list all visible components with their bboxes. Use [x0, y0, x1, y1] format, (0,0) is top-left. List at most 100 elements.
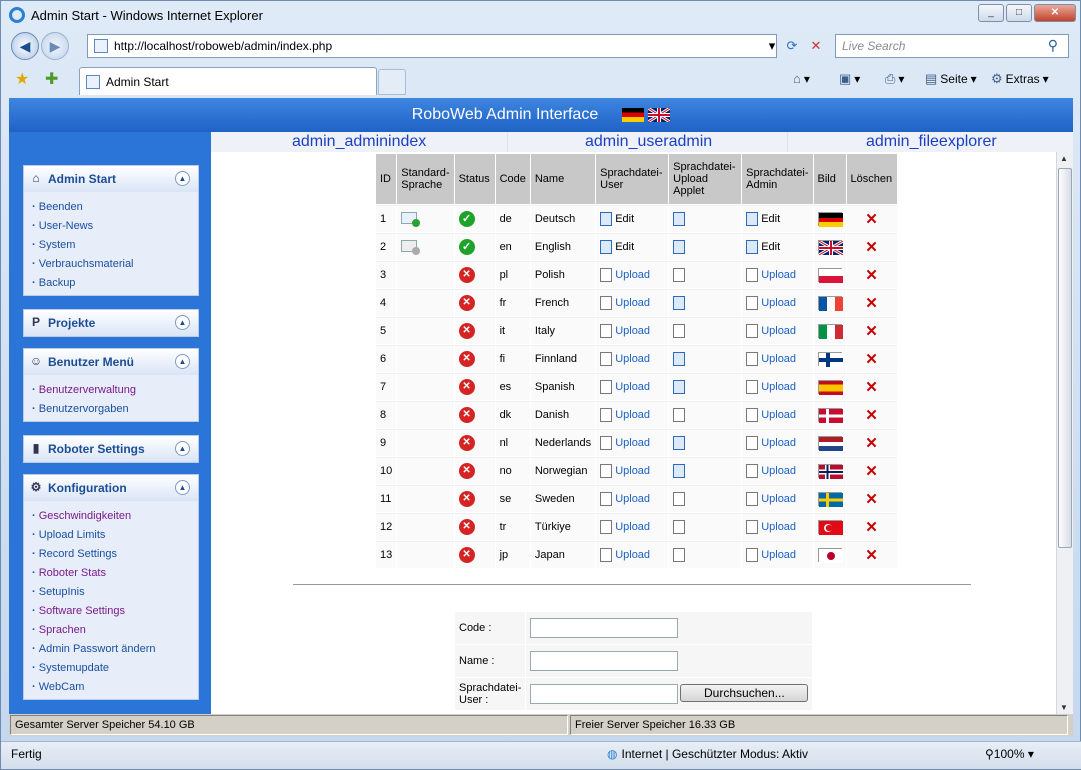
vertical-scrollbar[interactable]: ▲ ▼ — [1056, 152, 1073, 714]
upload-link[interactable]: Upload — [761, 353, 796, 365]
minimize-button[interactable]: _ — [978, 4, 1004, 22]
delete-icon[interactable]: ✕ — [865, 435, 878, 452]
language-file-icon[interactable] — [746, 380, 759, 394]
sidebar-link[interactable]: Benutzerverwaltung — [32, 381, 198, 400]
upload-link[interactable]: Upload — [615, 521, 650, 533]
status-error-icon[interactable]: ✕ — [458, 435, 475, 451]
upload-link[interactable]: Upload — [761, 297, 796, 309]
upload-link[interactable]: Upload — [615, 437, 650, 449]
status-error-icon[interactable]: ✕ — [458, 491, 475, 507]
status-error-icon[interactable]: ✕ — [458, 267, 475, 283]
feeds-button[interactable]: ▣ ▾ — [839, 71, 860, 87]
sidebar-link[interactable]: Benutzervorgaben — [32, 400, 198, 419]
status-error-icon[interactable]: ✕ — [458, 295, 475, 311]
upload-link[interactable]: Upload — [761, 269, 796, 281]
maximize-button[interactable]: □ — [1006, 4, 1032, 22]
scroll-down-icon[interactable]: ▼ — [1060, 703, 1068, 712]
language-file-icon[interactable] — [746, 548, 759, 562]
delete-icon[interactable]: ✕ — [865, 491, 878, 508]
upload-link[interactable]: Upload — [615, 381, 650, 393]
delete-icon[interactable]: ✕ — [865, 547, 878, 564]
delete-icon[interactable]: ✕ — [865, 323, 878, 340]
standard-language-active-icon[interactable] — [401, 211, 421, 227]
forward-button[interactable]: ▶ — [41, 32, 69, 60]
language-file-icon[interactable] — [600, 268, 613, 282]
sidebar-link[interactable]: WebCam — [32, 678, 198, 697]
language-file-icon[interactable] — [746, 352, 759, 366]
language-file-icon[interactable] — [746, 212, 759, 226]
delete-icon[interactable]: ✕ — [865, 295, 878, 312]
status-ok-icon[interactable]: ✓ — [458, 239, 475, 255]
code-input[interactable] — [530, 618, 679, 638]
language-file-icon[interactable] — [600, 464, 613, 478]
nav-fileexplorer[interactable]: admin_fileexplorer — [787, 132, 1073, 152]
upload-link[interactable]: Upload — [615, 409, 650, 421]
delete-icon[interactable]: ✕ — [865, 267, 878, 284]
status-error-icon[interactable]: ✕ — [458, 463, 475, 479]
sidebar-link[interactable]: Geschwindigkeiten — [32, 507, 198, 526]
status-error-icon[interactable]: ✕ — [458, 519, 475, 535]
language-file-icon[interactable] — [600, 436, 613, 450]
sidebar-link[interactable]: Admin Passwort ändern — [32, 640, 198, 659]
scroll-up-icon[interactable]: ▲ — [1060, 154, 1068, 163]
sidebar-link[interactable]: Verbrauchsmaterial — [32, 255, 198, 274]
upload-link[interactable]: Upload — [761, 493, 796, 505]
edit-link[interactable]: Edit — [615, 213, 634, 225]
applet-file-icon[interactable] — [673, 548, 686, 562]
file-input[interactable] — [530, 684, 679, 705]
sidebar-link[interactable]: Software Settings — [32, 602, 198, 621]
applet-file-icon[interactable] — [673, 240, 686, 254]
print-button[interactable]: ⎙ ▾ — [885, 71, 904, 87]
upload-link[interactable]: Upload — [615, 325, 650, 337]
applet-file-icon[interactable] — [673, 464, 686, 478]
upload-link[interactable]: Upload — [615, 269, 650, 281]
status-error-icon[interactable]: ✕ — [458, 407, 475, 423]
language-file-icon[interactable] — [600, 492, 613, 506]
sidebar-link[interactable]: Upload Limits — [32, 526, 198, 545]
edit-link[interactable]: Edit — [615, 241, 634, 253]
status-error-icon[interactable]: ✕ — [458, 351, 475, 367]
new-tab-button[interactable] — [378, 69, 406, 95]
sidebar-link[interactable]: Roboter Stats — [32, 564, 198, 583]
nav-adminindex[interactable]: admin_adminindex — [211, 132, 507, 152]
applet-file-icon[interactable] — [673, 408, 686, 422]
sidebar-panel-header[interactable]: ⌂ Admin Start ▲ — [24, 166, 198, 192]
language-file-icon[interactable] — [746, 520, 759, 534]
language-file-icon[interactable] — [600, 380, 613, 394]
sidebar-link[interactable]: User-News — [32, 217, 198, 236]
upload-link[interactable]: Upload — [761, 549, 796, 561]
delete-icon[interactable]: ✕ — [865, 239, 878, 256]
language-file-icon[interactable] — [600, 408, 613, 422]
delete-icon[interactable]: ✕ — [865, 407, 878, 424]
language-file-icon[interactable] — [600, 548, 613, 562]
collapse-icon[interactable]: ▲ — [175, 171, 190, 186]
language-file-icon[interactable] — [600, 296, 613, 310]
applet-file-icon[interactable] — [673, 268, 686, 282]
edit-link[interactable]: Edit — [761, 241, 780, 253]
sidebar-link[interactable]: Sprachen — [32, 621, 198, 640]
language-file-icon[interactable] — [600, 324, 613, 338]
sidebar-panel-header[interactable]: P Projekte ▲ — [24, 310, 198, 336]
sidebar-panel-header[interactable]: ☺ Benutzer Menü ▲ — [24, 349, 198, 375]
home-button[interactable]: ⌂ ▾ — [793, 71, 810, 86]
upload-link[interactable]: Upload — [615, 297, 650, 309]
applet-file-icon[interactable] — [673, 380, 686, 394]
upload-link[interactable]: Upload — [615, 465, 650, 477]
upload-link[interactable]: Upload — [615, 493, 650, 505]
upload-link[interactable]: Upload — [761, 465, 796, 477]
collapse-icon[interactable]: ▲ — [175, 315, 190, 330]
favorites-star-icon[interactable]: ★ — [15, 69, 29, 89]
page-menu[interactable]: ▤ Seite ▾ — [925, 71, 977, 87]
applet-file-icon[interactable] — [673, 324, 686, 338]
language-file-icon[interactable] — [746, 268, 759, 282]
sidebar-panel-header[interactable]: ▮ Roboter Settings ▲ — [24, 436, 198, 462]
upload-link[interactable]: Upload — [761, 437, 796, 449]
delete-icon[interactable]: ✕ — [865, 519, 878, 536]
close-button[interactable]: ✕ — [1034, 4, 1076, 22]
upload-link[interactable]: Upload — [615, 549, 650, 561]
language-file-icon[interactable] — [600, 352, 613, 366]
search-input[interactable]: Live Search ⚲ — [835, 34, 1069, 58]
add-favorites-icon[interactable]: ✚ — [45, 69, 58, 89]
tab-admin-start[interactable]: Admin Start — [79, 67, 377, 95]
delete-icon[interactable]: ✕ — [865, 351, 878, 368]
